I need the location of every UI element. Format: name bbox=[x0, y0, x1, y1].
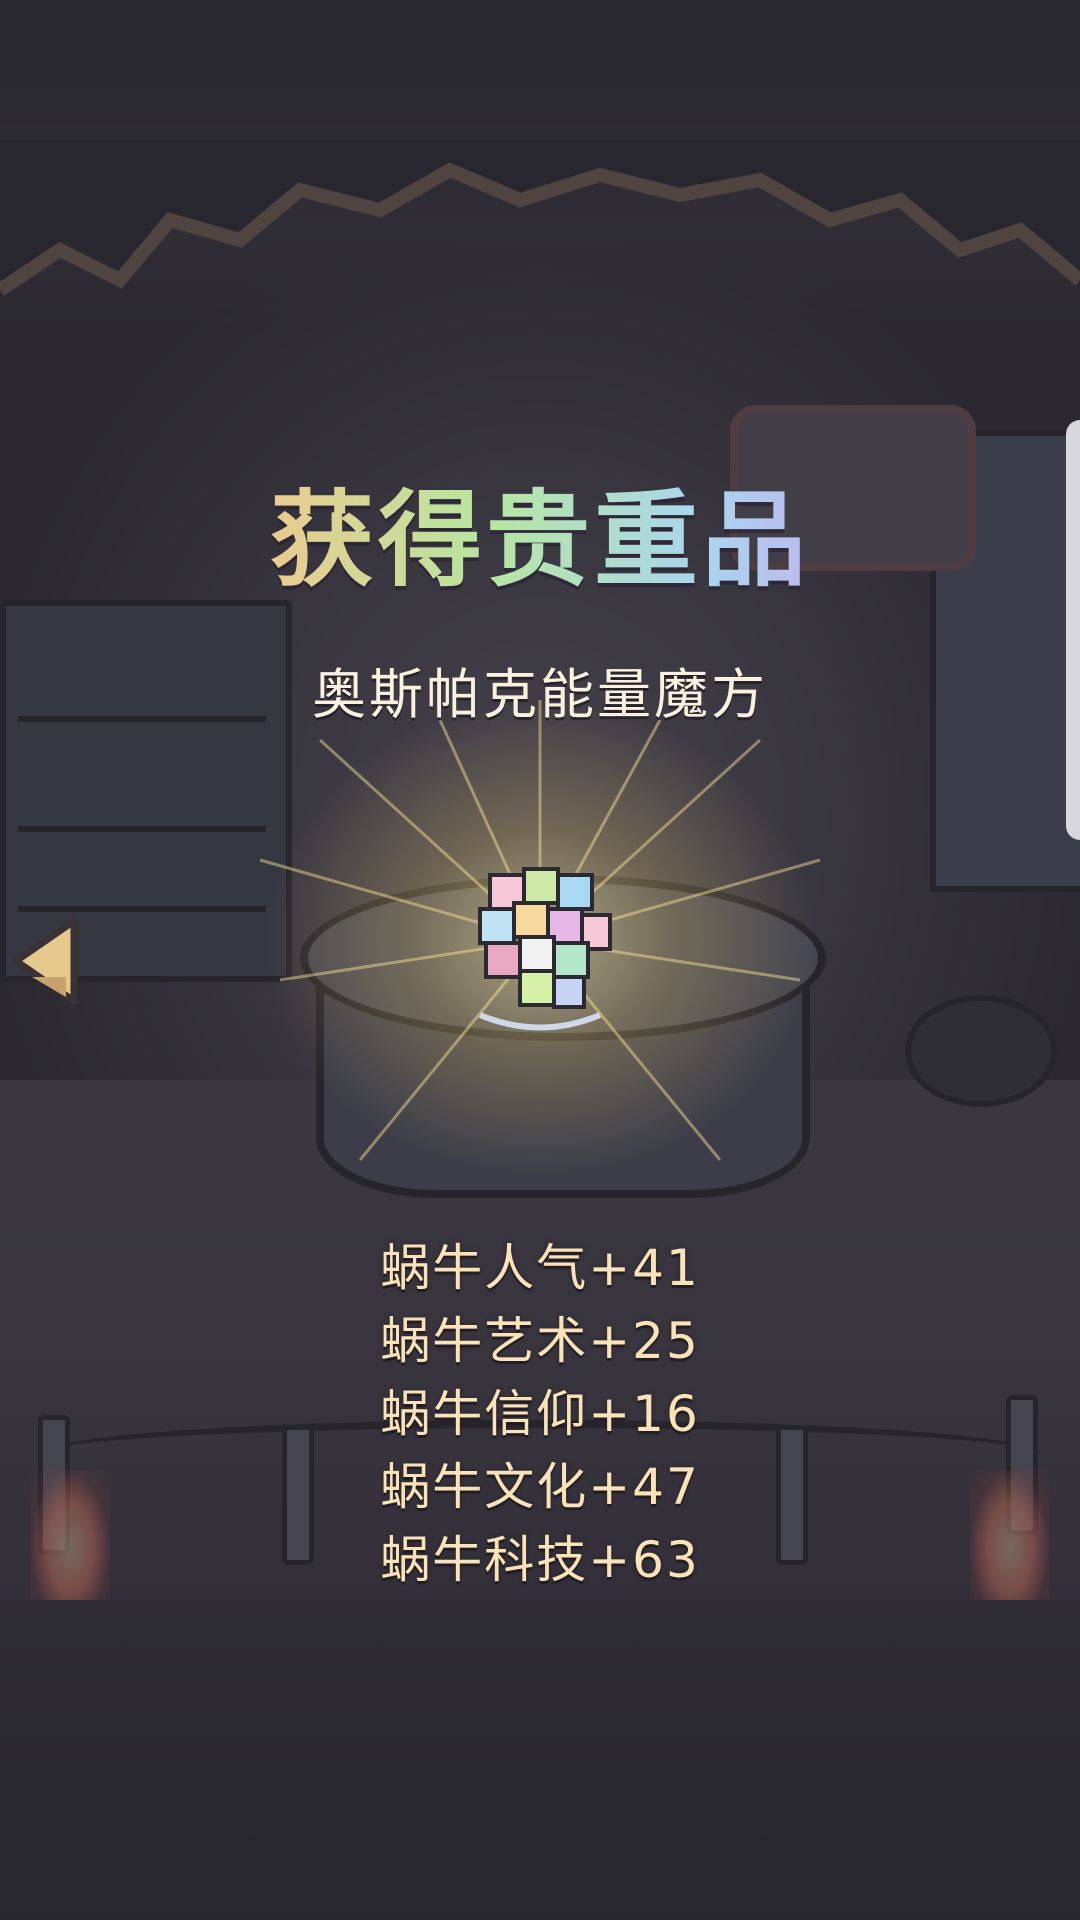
game-scene[interactable]: 获得贵重品 奥斯帕克能量魔方 蜗牛人气+41 蜗牛艺术+25 蜗牛信仰+16 蜗… bbox=[0, 0, 1080, 1920]
rainbow-cube-icon bbox=[478, 867, 612, 1031]
stat-faith: 蜗牛信仰+16 bbox=[380, 1385, 700, 1443]
stat-popularity: 蜗牛人气+41 bbox=[380, 1239, 700, 1297]
stat-art: 蜗牛艺术+25 bbox=[380, 1312, 700, 1370]
stat-culture: 蜗牛文化+47 bbox=[380, 1458, 700, 1516]
popup-title: 获得贵重品 bbox=[0, 455, 1080, 606]
item-name: 奥斯帕克能量魔方 bbox=[312, 663, 768, 726]
stat-bonus-list: 蜗牛人气+41 蜗牛艺术+25 蜗牛信仰+16 蜗牛文化+47 蜗牛科技+63 bbox=[0, 1232, 1080, 1597]
left-arrow-icon[interactable] bbox=[8, 915, 80, 1007]
stat-technology: 蜗牛科技+63 bbox=[380, 1531, 700, 1589]
device-edge bbox=[1066, 420, 1080, 840]
